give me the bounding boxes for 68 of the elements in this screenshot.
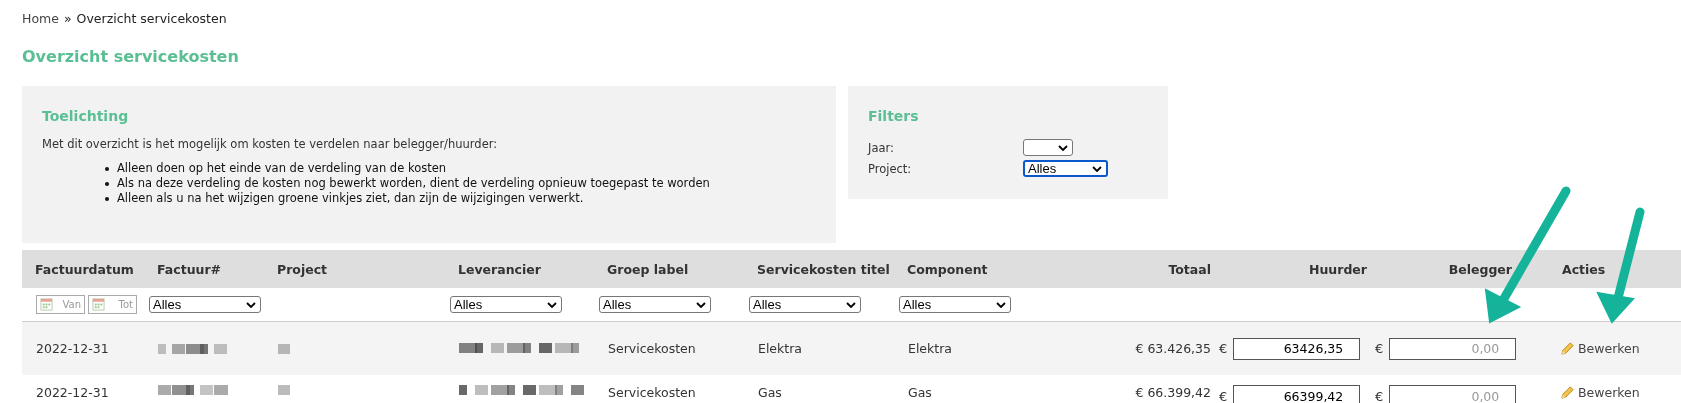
currency-label: €: [1219, 388, 1228, 403]
redacted-text: [158, 385, 228, 395]
column-header: Component: [906, 261, 989, 277]
column-header: Factuurdatum: [34, 261, 135, 277]
column-header: Leverancier: [457, 261, 542, 277]
table-cell-text: € 66.399,42: [1134, 385, 1212, 400]
column-filter-dropdown[interactable]: Alles: [149, 296, 261, 313]
amount-field[interactable]: 0,00: [1389, 385, 1517, 403]
table-cell-text: Servicekosten: [607, 385, 697, 400]
redacted-text: [278, 385, 290, 395]
chevron-down-icon: [246, 301, 256, 308]
column-header: Groep label: [606, 261, 690, 277]
bullet-icon: [105, 181, 109, 186]
column-filter-dropdown[interactable]: Alles: [749, 296, 861, 313]
filter-dropdown[interactable]: [1023, 139, 1073, 156]
currency-label: €: [1375, 388, 1384, 403]
panel-title: Toelichting: [42, 108, 130, 124]
edit-link[interactable]: Bewerken: [1578, 341, 1640, 356]
column-filter-dropdown[interactable]: Alles: [899, 296, 1011, 313]
bullet-icon: [105, 196, 109, 201]
bullet-text: Alleen doen op het einde van de verdeling van de kosten: [117, 161, 447, 176]
bullet-icon: [105, 166, 109, 171]
filter-dropdown[interactable]: Alles: [1023, 160, 1108, 177]
home-link[interactable]: Home: [22, 11, 59, 26]
column-header: Servicekosten titel: [756, 261, 891, 277]
chevron-down-icon: [846, 301, 856, 308]
chevron-down-icon: [696, 301, 706, 308]
filter-label: Project:: [868, 161, 913, 176]
amount-field[interactable]: 0,00: [1389, 337, 1517, 360]
table-cell-text: Servicekosten: [607, 341, 697, 356]
column-header: Huurder: [1308, 261, 1368, 277]
panel-title: Filters: [868, 108, 920, 124]
amount-field[interactable]: 66399,42: [1233, 385, 1361, 403]
currency-label: €: [1375, 341, 1384, 356]
table-cell-text: Elektra: [757, 341, 803, 356]
chevron-down-icon: [547, 301, 557, 308]
redacted-text: [278, 343, 290, 354]
calendar-icon: [92, 298, 105, 311]
breadcrumb-separator: »: [63, 11, 72, 26]
table-cell-text: Gas: [907, 385, 933, 400]
table-cell-text: 2022-12-31: [35, 385, 110, 400]
chevron-down-icon: [1092, 165, 1102, 172]
intro-text: Met dit overzicht is het mogelijk om kosten te verdelen naar belegger/huurder:: [42, 137, 499, 151]
column-header: Totaal: [1167, 261, 1212, 277]
currency-label: €: [1219, 341, 1228, 356]
pencil-icon: [1560, 341, 1575, 356]
edit-link[interactable]: Bewerken: [1578, 385, 1640, 400]
calendar-icon: [40, 298, 53, 311]
column-header: Factuur#: [156, 261, 223, 277]
pencil-icon: [1560, 385, 1575, 400]
filter-label: Jaar:: [868, 140, 895, 155]
breadcrumb-current: Overzicht servicekosten: [76, 11, 227, 26]
bullet-text: Alleen als u na het wijzigen groene vinkjes ziet, dan zijn de wijzigingen verwerkt.: [117, 191, 584, 206]
table-cell-text: 2022-12-31: [35, 341, 110, 356]
redacted-text: [158, 343, 228, 354]
column-filter-dropdown[interactable]: Alles: [599, 296, 711, 313]
page-title: Overzicht servicekosten: [21, 46, 240, 68]
table-cell-text: € 63.426,35: [1134, 341, 1212, 356]
amount-field[interactable]: 63426,35: [1233, 337, 1361, 360]
bullet-text: Als na deze verdeling de kosten nog bewerkt worden, dient de verdeling opnieuw toegepast te worden: [117, 176, 710, 191]
column-header: Project: [276, 261, 329, 277]
column-header: Belegger: [1447, 261, 1513, 277]
column-header: Acties: [1561, 261, 1607, 277]
table-cell-text: Elektra: [907, 341, 953, 356]
column-filter-dropdown[interactable]: Alles: [450, 296, 562, 313]
table-cell-text: Gas: [757, 385, 783, 400]
chevron-down-icon: [996, 301, 1006, 308]
chevron-down-icon: [1058, 144, 1068, 151]
